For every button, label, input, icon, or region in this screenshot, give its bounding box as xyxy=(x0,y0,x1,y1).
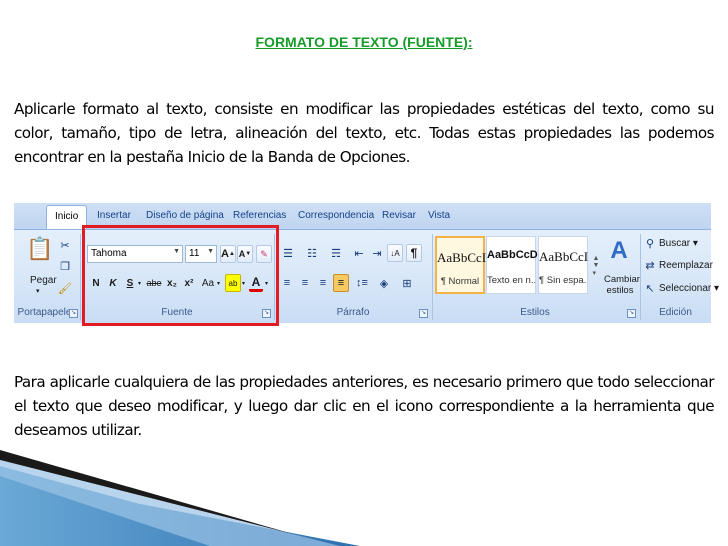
cut-icon[interactable]: ✂ xyxy=(58,238,72,252)
copy-icon[interactable]: ❐ xyxy=(58,259,72,273)
line-spacing-icon[interactable]: ↕≡ xyxy=(353,275,371,291)
tab-revisar[interactable]: Revisar xyxy=(382,210,416,221)
binoculars-icon[interactable]: ⚲ xyxy=(644,237,656,250)
align-right-icon[interactable]: ≡ xyxy=(315,275,331,291)
style-normal[interactable]: AaBbCcI ¶ Normal xyxy=(435,236,487,294)
group-label-editing: Edición xyxy=(659,307,692,318)
style-sample: AaBbCcD xyxy=(487,249,538,261)
styles-launcher-icon[interactable]: ↘ xyxy=(627,309,636,318)
find-button[interactable]: Buscar ▾ xyxy=(659,238,698,249)
show-marks-icon[interactable]: ¶ xyxy=(406,244,422,262)
decorative-swoosh xyxy=(0,450,360,546)
paragraph-launcher-icon[interactable]: ↘ xyxy=(419,309,428,318)
borders-icon[interactable]: ⊞ xyxy=(398,275,416,291)
tab-insertar[interactable]: Insertar xyxy=(97,210,131,221)
bullets-icon[interactable]: ☰ xyxy=(279,245,297,261)
font-group-highlight-box xyxy=(82,225,279,326)
style-sample: AaBbCcI xyxy=(539,249,589,264)
replace-button[interactable]: Reemplazar xyxy=(659,260,713,271)
page-title: FORMATO DE TEXTO (FUENTE): xyxy=(255,34,473,50)
tab-referencias[interactable]: Referencias xyxy=(233,210,286,221)
change-styles-label[interactable]: Cambiar estilos xyxy=(604,274,640,296)
justify-icon[interactable]: ≡ xyxy=(333,274,349,292)
intro-paragraph: Aplicarle formato al texto, consiste en … xyxy=(14,100,715,166)
style-name: Texto en n... xyxy=(487,275,535,286)
multilevel-list-icon[interactable]: ☴ xyxy=(327,245,345,261)
replace-icon[interactable]: ⇄ xyxy=(644,259,656,272)
select-icon[interactable]: ↖ xyxy=(644,282,656,295)
clipboard-icon[interactable]: 📋 xyxy=(26,236,53,262)
paste-dropdown-caret[interactable]: ▾ xyxy=(36,287,40,295)
instructions-paragraph: Para aplicarle cualquiera de las propied… xyxy=(14,373,715,439)
shading-icon[interactable]: ◈ xyxy=(375,275,393,291)
decrease-indent-icon[interactable]: ⇤ xyxy=(351,245,367,261)
style-name: ¶ Sin espa... xyxy=(539,275,587,286)
group-label-styles: Estilos xyxy=(520,307,550,318)
tab-diseno-pagina[interactable]: Diseño de página xyxy=(146,210,224,221)
increase-indent-icon[interactable]: ⇥ xyxy=(369,245,385,261)
format-painter-icon[interactable]: 🖌 xyxy=(58,281,72,295)
paste-label[interactable]: Pegar xyxy=(30,275,57,286)
select-button[interactable]: Seleccionar ▾ xyxy=(659,283,719,294)
numbering-icon[interactable]: ☷ xyxy=(303,245,321,261)
group-label-paragraph: Párrafo xyxy=(336,307,370,318)
align-left-icon[interactable]: ≡ xyxy=(279,275,295,291)
style-name: ¶ Normal xyxy=(440,276,480,287)
style-sample: AaBbCcI xyxy=(437,250,487,265)
style-sin-espaciado[interactable]: AaBbCcI ¶ Sin espa... xyxy=(538,236,588,294)
styles-scroll-icon[interactable]: ▲ ▼ ▾ xyxy=(591,238,601,294)
align-center-icon[interactable]: ≡ xyxy=(297,275,313,291)
clipboard-launcher-icon[interactable]: ↘ xyxy=(69,309,78,318)
sort-icon[interactable]: ↓A xyxy=(387,244,403,262)
tab-correspondencia[interactable]: Correspondencia xyxy=(298,210,374,221)
word-ribbon-screenshot: Inicio Insertar Diseño de página Referen… xyxy=(14,203,719,326)
style-texto[interactable]: AaBbCcD Texto en n... xyxy=(486,236,538,294)
change-styles-icon[interactable]: A xyxy=(606,234,632,268)
tab-vista[interactable]: Vista xyxy=(428,210,450,221)
